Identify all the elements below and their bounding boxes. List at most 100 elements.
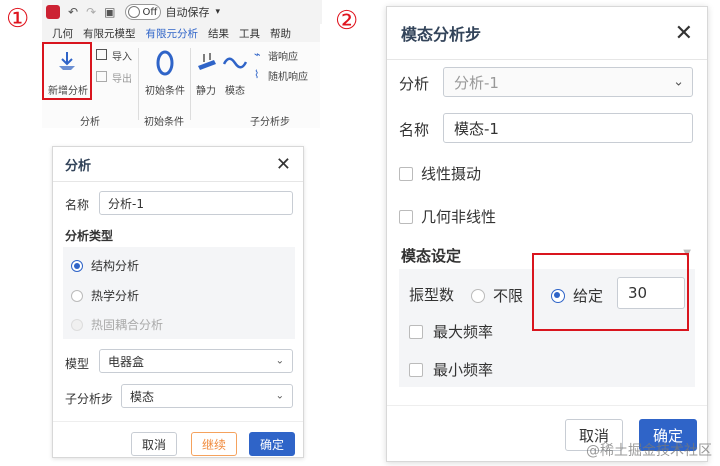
radio-unlimited[interactable]: 不限	[471, 285, 523, 306]
chevron-down-icon: ⌄	[673, 74, 684, 90]
initial-conditions-button[interactable]: 初始条件	[142, 48, 188, 97]
ribbon-group-analysis: 分析	[80, 117, 100, 128]
name-input[interactable]: 分析-1	[99, 191, 293, 215]
tab-fe-model[interactable]: 有限元模型	[83, 26, 136, 41]
export-button[interactable]: 导出	[96, 70, 136, 86]
footer-divider	[53, 421, 303, 422]
model-select-value: 电器盒	[108, 354, 145, 369]
static-label: 静力	[196, 86, 216, 97]
import-label: 导入	[112, 52, 132, 63]
highlight-box-mode-count	[532, 253, 689, 331]
dialog-title: 模态分析步	[401, 25, 482, 44]
ribbon-separator	[190, 48, 191, 120]
dialog-header: 分析 ✕	[53, 147, 303, 181]
toggle-knob	[128, 6, 141, 18]
analysis-select-value: 分析-1	[454, 73, 499, 92]
initial-conditions-label: 初始条件	[145, 86, 185, 97]
app-logo-icon	[46, 5, 60, 19]
cancel-label: 取消	[141, 437, 166, 452]
chevron-down-icon: ⌄	[275, 355, 284, 367]
name-label: 名称	[399, 121, 430, 139]
step-number-2: ②	[335, 6, 359, 36]
checkbox	[409, 362, 423, 377]
export-icon	[96, 71, 107, 82]
ribbon-tabs: 几何 有限元模型 有限元分析 结果 工具 帮助	[42, 24, 320, 42]
header-divider	[53, 181, 303, 182]
modal-step-dialog: 模态分析步 ✕ 分析 分析-1 ⌄ 名称 模态-1 线性摄动 几何非线性 模态设…	[386, 6, 708, 462]
tab-results[interactable]: 结果	[208, 26, 229, 41]
watermark: @稀土掘金技术社区	[586, 443, 712, 459]
customize-icon[interactable]: ▾	[215, 7, 220, 17]
redo-icon[interactable]: ↷	[86, 5, 96, 19]
static-icon	[198, 53, 216, 70]
name-input[interactable]: 模态-1	[443, 113, 693, 143]
footer-divider	[387, 405, 707, 406]
radio-thermo-mechanical: 热固耦合分析	[71, 316, 163, 333]
random-icon: ⌇	[254, 68, 260, 81]
export-label: 导出	[112, 74, 132, 85]
modal-label: 模态	[225, 86, 245, 97]
close-icon[interactable]: ✕	[276, 154, 291, 175]
radio-label: 热固耦合分析	[91, 318, 164, 332]
auto-save-label: 自动保存	[165, 6, 210, 19]
dialog-title: 分析	[65, 158, 92, 174]
header-divider	[387, 59, 707, 60]
chevron-down-icon: ⌄	[275, 390, 284, 402]
random-label: 随机响应	[268, 72, 308, 83]
model-select[interactable]: 电器盒 ⌄	[99, 349, 293, 373]
cancel-button[interactable]: 取消	[131, 432, 177, 456]
confirm-button[interactable]: 确定	[249, 432, 295, 456]
continue-label: 继续	[201, 437, 226, 452]
radio-button	[71, 289, 83, 302]
tab-tools[interactable]: 工具	[239, 26, 260, 41]
tab-geometry[interactable]: 几何	[52, 26, 73, 41]
radio-button	[71, 259, 83, 272]
ribbon-group-substep: 子分析步	[250, 117, 290, 128]
geometric-nonlinear-checkbox[interactable]: 几何非线性	[399, 206, 496, 227]
quick-access-toolbar: ↶ ↷ ▣ Off 自动保存 ▾	[42, 0, 322, 24]
substep-label: 子分析步	[65, 392, 114, 406]
checkbox-label: 最小频率	[433, 361, 494, 379]
continue-button[interactable]: 继续	[191, 432, 237, 456]
static-button[interactable]: 静力	[194, 48, 220, 97]
toggle-state-label: Off	[142, 6, 158, 18]
undo-icon[interactable]: ↶	[68, 5, 78, 19]
checkbox	[409, 324, 423, 339]
random-response-button[interactable]: ⌇ 随机响应	[254, 68, 318, 84]
mode-count-label: 振型数	[409, 286, 455, 304]
auto-save-toggle[interactable]: Off	[125, 4, 162, 20]
radio-label: 不限	[493, 287, 524, 305]
radio-button	[71, 318, 83, 331]
harmonic-response-button[interactable]: ⌁ 谐响应	[254, 48, 318, 64]
step-number-1: ①	[6, 4, 30, 34]
modal-button[interactable]: 模态	[222, 48, 248, 97]
substep-select[interactable]: 模态 ⌄	[121, 384, 293, 408]
substep-select-value: 模态	[130, 389, 155, 404]
close-icon[interactable]: ✕	[675, 21, 693, 46]
highlight-box-new-analysis	[42, 42, 92, 100]
modal-wave-icon	[223, 57, 247, 69]
tab-fe-analysis[interactable]: 有限元分析	[146, 26, 199, 41]
radio-structural[interactable]: 结构分析	[71, 257, 139, 274]
import-button[interactable]: 导入	[96, 48, 136, 64]
radio-button	[471, 288, 485, 303]
harmonic-icon: ⌁	[254, 48, 261, 61]
checkbox	[399, 166, 413, 181]
linear-perturbation-checkbox[interactable]: 线性摄动	[399, 163, 481, 184]
name-input-value: 模态-1	[454, 119, 499, 138]
name-label: 名称	[65, 198, 90, 212]
ribbon-group-initial: 初始条件	[144, 117, 184, 128]
harmonic-label: 谐响应	[268, 52, 298, 63]
save-icon[interactable]: ▣	[104, 5, 115, 19]
radio-thermal[interactable]: 热学分析	[71, 287, 139, 304]
tab-help[interactable]: 帮助	[270, 26, 291, 41]
modal-settings-heading: 模态设定	[401, 247, 462, 265]
initial-conditions-icon	[156, 50, 174, 76]
min-frequency-checkbox[interactable]: 最小频率	[409, 359, 493, 380]
analysis-type-heading: 分析类型	[65, 229, 114, 243]
analysis-select[interactable]: 分析-1 ⌄	[443, 67, 693, 97]
radio-label: 热学分析	[91, 289, 140, 303]
max-frequency-checkbox[interactable]: 最大频率	[409, 321, 493, 342]
import-icon	[96, 49, 107, 60]
analysis-label: 分析	[399, 75, 430, 93]
